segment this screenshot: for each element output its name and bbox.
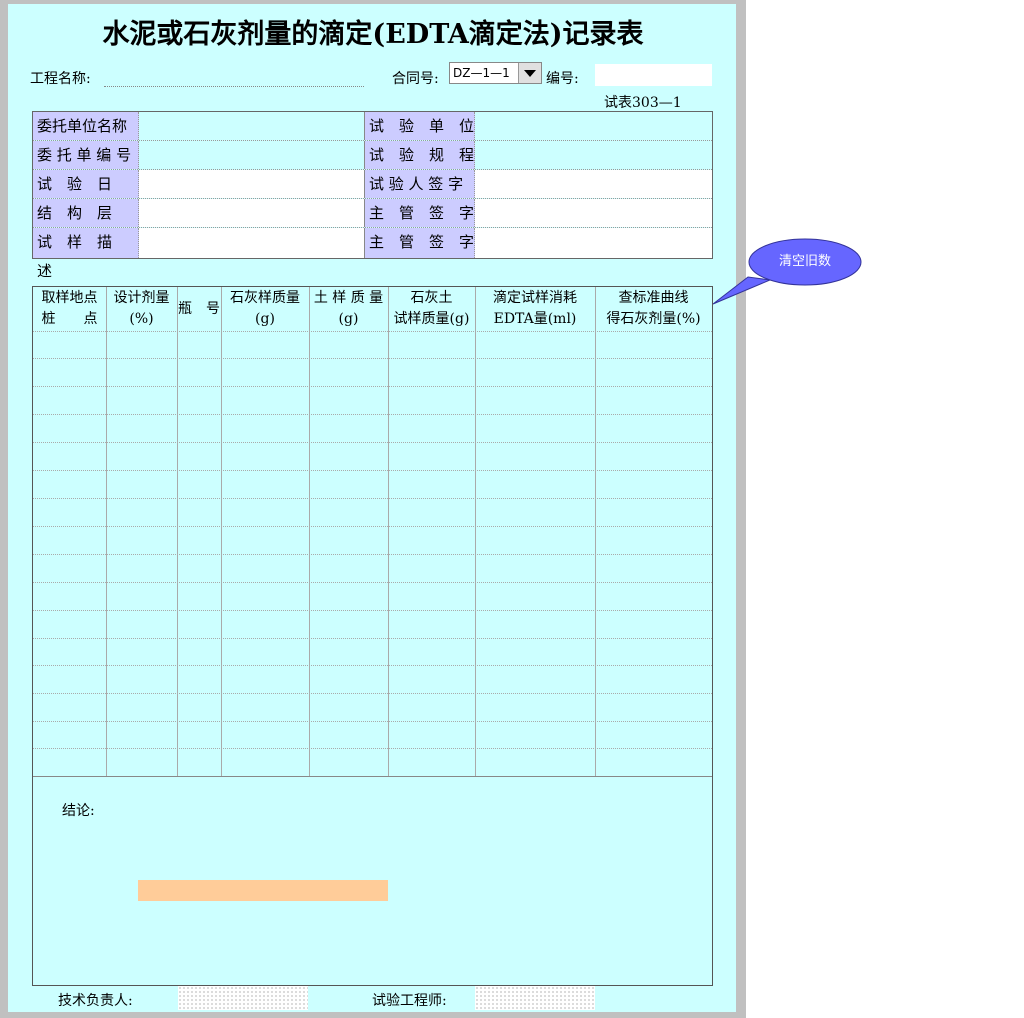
number-field[interactable] xyxy=(595,64,712,86)
info-row: 结 构 层 次 主 管 签 字 xyxy=(33,199,712,251)
row-divider xyxy=(33,442,712,443)
conclusion-field[interactable] xyxy=(138,880,388,901)
info-row: 委 托 单 编 号 试 验 规 程 xyxy=(33,141,712,170)
info-label: 结 构 层 次 xyxy=(33,199,139,251)
column-header-line2: 桩 点 xyxy=(41,311,98,327)
row-divider xyxy=(33,470,712,471)
info-value-cell[interactable] xyxy=(475,141,712,169)
column-divider xyxy=(388,287,389,776)
column-header: 滴定试样消耗 EDTA量(ml) xyxy=(475,287,595,331)
info-label: 主 管 签 字 xyxy=(364,228,475,258)
table-bottom-line xyxy=(33,776,712,777)
project-name-label: 工程名称: xyxy=(30,71,91,87)
row-divider xyxy=(33,526,712,527)
row-divider xyxy=(33,638,712,639)
row-divider xyxy=(33,554,712,555)
engineer-signature-field[interactable] xyxy=(475,986,595,1010)
row-divider xyxy=(33,414,712,415)
column-divider xyxy=(221,287,222,776)
info-value-cell[interactable] xyxy=(475,170,712,198)
column-header-line2: (%) xyxy=(129,311,154,327)
clear-old-data-button[interactable]: 清空旧数 xyxy=(748,239,862,285)
column-header-line2: EDTA量(ml) xyxy=(493,311,577,327)
info-value-cell[interactable] xyxy=(475,112,712,140)
info-value-cell[interactable] xyxy=(475,228,712,258)
column-header: 石灰样质量 (g) xyxy=(221,287,309,331)
info-label: 试 验 人 签 字 xyxy=(364,170,475,198)
chevron-down-icon[interactable] xyxy=(518,63,541,83)
row-divider xyxy=(33,693,712,694)
column-divider xyxy=(309,287,310,776)
project-name-field[interactable] xyxy=(104,86,364,87)
column-header: 设计剂量 (%) xyxy=(106,287,177,331)
info-row: 委托单位名称 试 验 单 位 xyxy=(33,112,712,141)
column-header: 土 样 质 量 (g) xyxy=(309,287,388,331)
row-divider xyxy=(33,331,712,332)
info-label: 试 验 规 程 xyxy=(364,141,475,169)
info-label: 试 验 单 位 xyxy=(364,112,475,140)
info-table: 委托单位名称 试 验 单 位 委 托 单 编 号 试 验 规 程 试 验 日 期… xyxy=(32,111,713,280)
contract-label: 合同号: xyxy=(392,71,439,87)
column-header-line2: (g) xyxy=(255,311,275,327)
column-divider xyxy=(177,287,178,776)
column-header-line1: 查标准曲线 xyxy=(618,290,689,306)
column-divider xyxy=(595,287,596,776)
column-header-line1: 石灰土 xyxy=(410,290,453,306)
row-divider xyxy=(33,358,712,359)
row-divider xyxy=(33,610,712,611)
row-divider xyxy=(33,498,712,499)
column-divider xyxy=(106,287,107,776)
info-label: 试 样 描 述 xyxy=(33,228,139,280)
column-header: 石灰土试样质量(g) xyxy=(388,287,475,331)
info-value-cell[interactable] xyxy=(475,199,712,227)
info-value-cell[interactable] xyxy=(139,199,364,227)
info-value-cell[interactable] xyxy=(139,170,364,198)
info-value-cell[interactable] xyxy=(139,112,364,140)
row-divider xyxy=(33,386,712,387)
column-divider xyxy=(475,287,476,776)
column-header-line1: 瓶 号 xyxy=(178,301,220,317)
column-header-line1: 滴定试样消耗 xyxy=(493,290,577,306)
page-title: 水泥或石灰剂量的滴定(EDTA滴定法)记录表 xyxy=(102,19,644,50)
row-divider xyxy=(33,721,712,722)
info-label: 试 验 日 期 xyxy=(33,170,139,222)
column-header-line1: 设计剂量 xyxy=(113,290,170,306)
number-label: 编号: xyxy=(546,71,579,87)
engineer-label: 试验工程师: xyxy=(372,993,447,1009)
info-value-cell[interactable] xyxy=(139,141,364,169)
column-header-line1: 石灰样质量 xyxy=(230,290,300,306)
column-header-line2: 得石灰剂量(%) xyxy=(606,311,701,327)
info-row: 试 样 描 述 主 管 签 字 xyxy=(33,228,712,280)
column-header-line1: 土 样 质 量 xyxy=(313,290,384,306)
tech-lead-label: 技术负责人: xyxy=(58,993,133,1009)
info-label: 主 管 签 字 xyxy=(364,199,475,227)
row-divider xyxy=(33,748,712,749)
info-label: 委托单位名称 xyxy=(33,112,139,140)
info-label: 委 托 单 编 号 xyxy=(33,141,139,169)
contract-select[interactable]: DZ—1—1 xyxy=(449,62,542,84)
form-number: 试表303—1 xyxy=(604,95,682,111)
conclusion-label: 结论: xyxy=(62,803,95,819)
row-divider xyxy=(33,665,712,666)
column-header: 取样地点桩 点 xyxy=(33,287,106,331)
info-row: 试 验 日 期 试 验 人 签 字 xyxy=(33,170,712,222)
column-header-line2: 试样质量(g) xyxy=(393,311,470,327)
contract-select-value: DZ—1—1 xyxy=(453,66,510,80)
column-header-line1: 取样地点 xyxy=(41,290,98,306)
column-header: 瓶 号 xyxy=(177,287,221,331)
tech-lead-signature-field[interactable] xyxy=(178,986,308,1010)
column-header-line2: (g) xyxy=(338,311,359,327)
row-divider xyxy=(33,582,712,583)
info-value-cell[interactable] xyxy=(139,228,364,258)
column-header: 查标准曲线得石灰剂量(%) xyxy=(595,287,712,331)
